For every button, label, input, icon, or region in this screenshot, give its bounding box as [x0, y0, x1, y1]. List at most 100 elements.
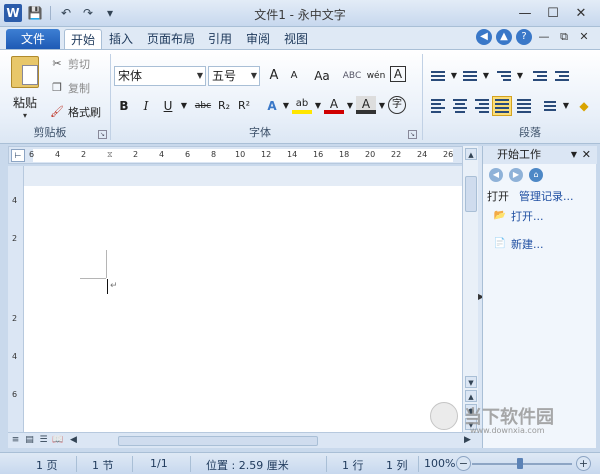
close-button[interactable]: ✕ — [568, 3, 594, 23]
tab-file[interactable]: 文件 — [6, 29, 60, 49]
superscript-button[interactable]: R² — [234, 96, 254, 116]
font-launcher-icon[interactable]: ↘ — [408, 130, 417, 139]
zoom-out-button[interactable]: − — [456, 456, 471, 471]
char-border-icon[interactable]: A — [390, 66, 406, 82]
print-layout-icon[interactable]: ▤ — [24, 435, 35, 446]
align-left-icon[interactable] — [428, 96, 448, 116]
back-icon[interactable]: ◀ — [476, 29, 492, 45]
forward-icon[interactable]: ▶ — [509, 168, 523, 182]
multilevel-list-icon[interactable] — [494, 66, 514, 86]
indent-marker-icon[interactable]: ⧖ — [107, 150, 113, 160]
italic-button[interactable]: I — [136, 96, 156, 116]
tab-selector-icon[interactable]: ⊢ — [11, 149, 25, 162]
cut-button[interactable]: ✂ 剪切 — [50, 56, 90, 72]
grow-font-button[interactable]: A — [264, 66, 284, 86]
document-page[interactable] — [24, 166, 462, 432]
task-pane-menu-icon[interactable]: ▼ — [571, 146, 577, 164]
tab-home[interactable]: 开始 — [64, 29, 102, 49]
new-file-link[interactable]: 📄 新建... — [493, 236, 544, 252]
horizontal-scrollbar[interactable]: ≡ ▤ ☰ 📖 ◀ ▶ — [8, 432, 478, 448]
paste-dropdown-icon[interactable]: ▾ — [8, 111, 42, 120]
scroll-right-icon[interactable]: ▶ — [462, 435, 473, 446]
maximize-button[interactable]: ☐ — [540, 3, 566, 23]
margin-corner-mark — [106, 250, 107, 278]
align-right-icon[interactable] — [472, 96, 492, 116]
bullets-icon[interactable] — [428, 66, 448, 86]
decrease-indent-icon[interactable] — [530, 66, 550, 86]
subscript-button[interactable]: R₂ — [214, 96, 234, 116]
tab-view[interactable]: 视图 — [280, 29, 312, 49]
increase-indent-icon[interactable] — [552, 66, 572, 86]
doc-close-icon[interactable]: ✕ — [576, 29, 592, 45]
minimize-button[interactable]: — — [512, 3, 538, 23]
zoom-in-button[interactable]: + — [576, 456, 591, 471]
scroll-up-icon[interactable]: ▲ — [465, 148, 477, 160]
format-painter-button[interactable]: 🖌 格式刷 — [50, 104, 101, 120]
watermark-logo — [430, 402, 458, 430]
para-shading-icon[interactable]: ◆ — [574, 96, 594, 116]
underline-dropdown-icon[interactable]: ▼ — [176, 96, 192, 116]
underline-button[interactable]: U — [158, 96, 178, 116]
vertical-scrollbar[interactable]: ▲ ▼ ▲ ● ▼ — [462, 146, 478, 432]
reading-view-icon[interactable]: 📖 — [52, 435, 63, 446]
prev-page-icon[interactable]: ▲ — [465, 390, 477, 402]
zoom-slider-thumb[interactable] — [517, 458, 523, 469]
justify-icon[interactable] — [492, 96, 512, 116]
paste-button[interactable]: 粘贴 ▾ — [8, 56, 42, 120]
scroll-down-icon[interactable]: ▼ — [465, 376, 477, 388]
doc-restore-icon[interactable]: ⧉ — [556, 29, 572, 45]
help-icon[interactable]: ? — [516, 29, 532, 45]
tab-page-layout[interactable]: 页面布局 — [142, 29, 200, 49]
upgrade-icon[interactable]: ▲ — [496, 29, 512, 45]
line-spacing-icon[interactable] — [540, 96, 560, 116]
highlight-button[interactable]: ab — [292, 96, 312, 114]
paste-label: 粘贴 — [12, 96, 37, 110]
group-separator — [422, 54, 423, 140]
align-center-icon[interactable] — [450, 96, 470, 116]
line-spacing-dropdown-icon[interactable]: ▼ — [558, 96, 574, 116]
task-pane-close-icon[interactable]: ✕ — [582, 146, 591, 164]
ribbon: 粘贴 ▾ ✂ 剪切 ❐ 复制 🖌 格式刷 剪贴板 ↘ 宋体 ▼ 五号 ▼ A A… — [0, 49, 600, 144]
clipboard-launcher-icon[interactable]: ↘ — [98, 130, 107, 139]
scroll-left-icon[interactable]: ◀ — [68, 435, 79, 446]
scroll-thumb[interactable] — [465, 176, 477, 212]
task-pane-tab-manage[interactable]: 管理记录... — [519, 188, 574, 204]
clear-format-icon[interactable]: ABC — [342, 66, 362, 86]
distributed-icon[interactable] — [514, 96, 534, 116]
strikethrough-button[interactable]: abc — [192, 96, 214, 116]
ruler-tick: 14 — [287, 150, 298, 159]
numbering-dropdown-icon[interactable]: ▼ — [478, 66, 494, 86]
back-icon[interactable]: ◀ — [489, 168, 503, 182]
enclose-char-button[interactable]: 字 — [388, 96, 406, 114]
hscroll-thumb[interactable] — [118, 436, 318, 446]
home-icon[interactable]: ⌂ — [529, 168, 543, 182]
draft-view-icon[interactable]: ≡ — [10, 435, 21, 446]
zoom-level[interactable]: 100% — [424, 457, 455, 470]
tab-review[interactable]: 审阅 — [242, 29, 274, 49]
font-color-button[interactable]: A — [324, 96, 344, 114]
chevron-down-icon: ▼ — [196, 71, 203, 80]
doc-minimize-icon[interactable]: — — [536, 29, 552, 45]
vertical-ruler[interactable]: 4 2 2 4 6 — [8, 166, 24, 432]
font-size-value: 五号 — [212, 69, 237, 83]
outline-view-icon[interactable]: ☰ — [38, 435, 49, 446]
status-section: 1 节 — [92, 459, 114, 472]
tab-insert[interactable]: 插入 — [104, 29, 138, 49]
bold-button[interactable]: B — [114, 96, 134, 116]
char-shading-button[interactable]: A — [356, 96, 376, 114]
task-pane-tab-open[interactable]: 打开 — [487, 188, 509, 204]
horizontal-ruler[interactable]: ⊢ 6 4 2 ⧖ 2 4 6 8 10 12 14 16 18 20 22 2… — [8, 146, 478, 164]
change-case-button[interactable]: Aa — [310, 66, 334, 86]
shrink-font-button[interactable]: A — [284, 66, 304, 86]
vruler-tick: 2 — [12, 234, 18, 243]
task-pane-nav: ◀ ▶ ⌂ — [489, 168, 543, 182]
open-file-link[interactable]: 📂 打开... — [493, 208, 544, 224]
font-family-combo[interactable]: 宋体 ▼ — [114, 66, 206, 86]
tab-references[interactable]: 引用 — [204, 29, 236, 49]
copy-button[interactable]: ❐ 复制 — [50, 80, 90, 96]
font-size-combo[interactable]: 五号 ▼ — [208, 66, 260, 86]
numbering-icon[interactable] — [460, 66, 480, 86]
multilevel-dropdown-icon[interactable]: ▼ — [512, 66, 528, 86]
phonetic-guide-icon[interactable]: wén — [366, 66, 386, 86]
copy-label: 复制 — [68, 82, 90, 95]
